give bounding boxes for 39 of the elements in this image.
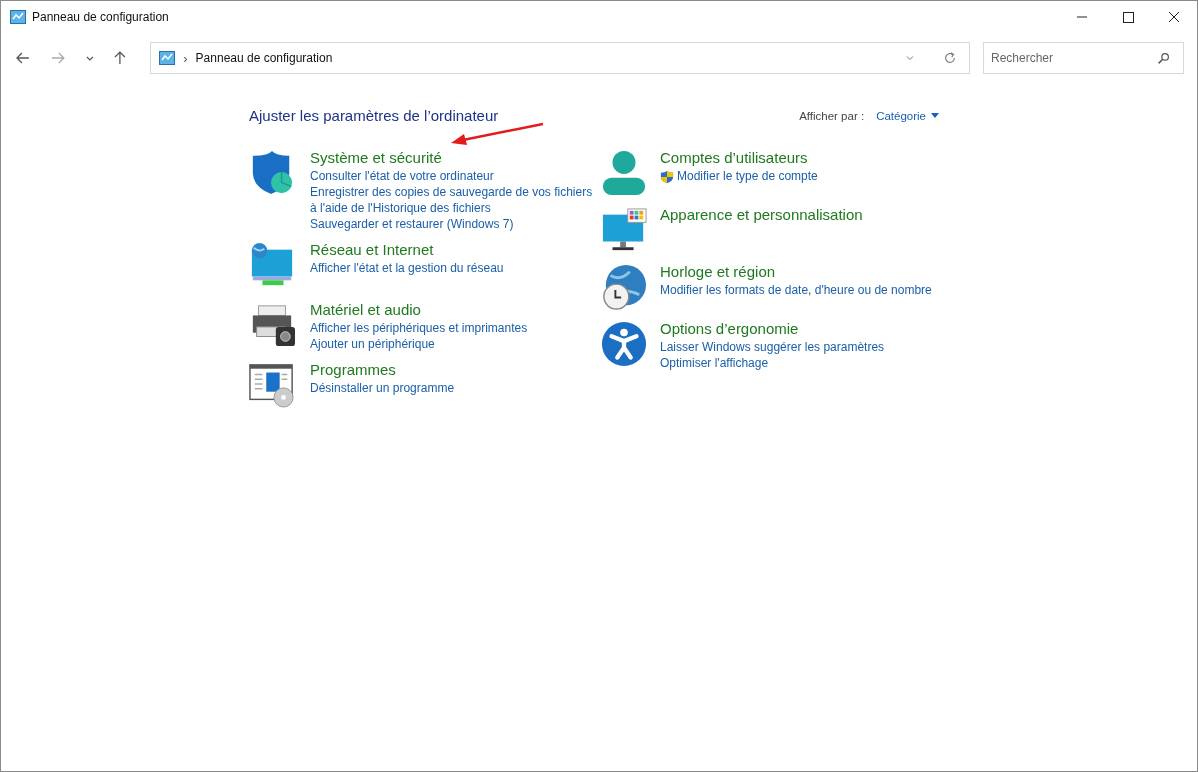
task-link[interactable]: Enregistrer des copies de sauvegarde de vos fichiers à l'aide de l'Historique des fichiers <box>310 184 595 216</box>
task-link[interactable]: Désinstaller un programme <box>310 380 455 396</box>
task-link[interactable]: Modifier les formats de date, d'heure ou de nombre <box>660 282 932 298</box>
task-link[interactable]: Optimiser l'affichage <box>660 355 769 371</box>
control-panel-icon <box>159 51 176 65</box>
category-link[interactable]: Horloge et région <box>660 262 932 282</box>
view-by-label: Afficher par : <box>799 109 865 122</box>
task-link[interactable]: Laisser Windows suggérer les paramètres <box>660 339 885 355</box>
breadcrumb-separator: › <box>183 50 188 66</box>
task-link[interactable]: Modifier le type de compte <box>677 168 818 184</box>
breadcrumb-item[interactable]: Panneau de configuration <box>195 51 333 65</box>
search-icon <box>1157 52 1170 65</box>
category-link[interactable]: Réseau et Internet <box>310 240 504 260</box>
view-by-dropdown[interactable]: Catégorie <box>876 109 939 122</box>
address-bar[interactable]: › Panneau de configuration <box>150 42 970 74</box>
task-link[interactable]: Consulter l'état de votre ordinateur <box>310 168 494 184</box>
program-window-icon[interactable] <box>249 362 295 408</box>
search-field[interactable]: Rechercher <box>983 42 1184 74</box>
window-title: Panneau de configuration <box>32 10 169 24</box>
page-heading: Ajuster les paramètres de l’ordinateur <box>249 107 499 124</box>
category-link[interactable]: Système et sécurité <box>310 148 595 168</box>
task-link[interactable]: Afficher les périphériques et imprimantes <box>310 320 528 336</box>
task-link[interactable]: Afficher l'état et la gestion du réseau <box>310 260 504 276</box>
back-arrow-icon[interactable] <box>15 50 31 66</box>
caret-icon <box>931 113 939 118</box>
globe-clock-icon[interactable] <box>601 264 647 310</box>
accessibility-icon[interactable] <box>601 321 647 367</box>
task-link[interactable]: Ajouter un périphérique <box>310 336 435 352</box>
category-link[interactable]: Options d’ergonomie <box>660 319 885 339</box>
category-link[interactable]: Comptes d’utilisateurs <box>660 148 818 168</box>
category-link[interactable]: Matériel et audio <box>310 300 528 320</box>
user-icon[interactable] <box>601 150 647 196</box>
control-panel-icon <box>10 10 26 24</box>
task-link[interactable]: Sauvegarder et restaurer (Windows 7) <box>310 216 514 232</box>
monitor-palette-icon[interactable] <box>601 207 647 253</box>
refresh-icon[interactable] <box>943 51 957 65</box>
category-link[interactable]: Programmes <box>310 360 455 380</box>
network-monitor-icon[interactable] <box>249 242 295 288</box>
category-link[interactable]: Apparence et personnalisation <box>660 205 863 225</box>
